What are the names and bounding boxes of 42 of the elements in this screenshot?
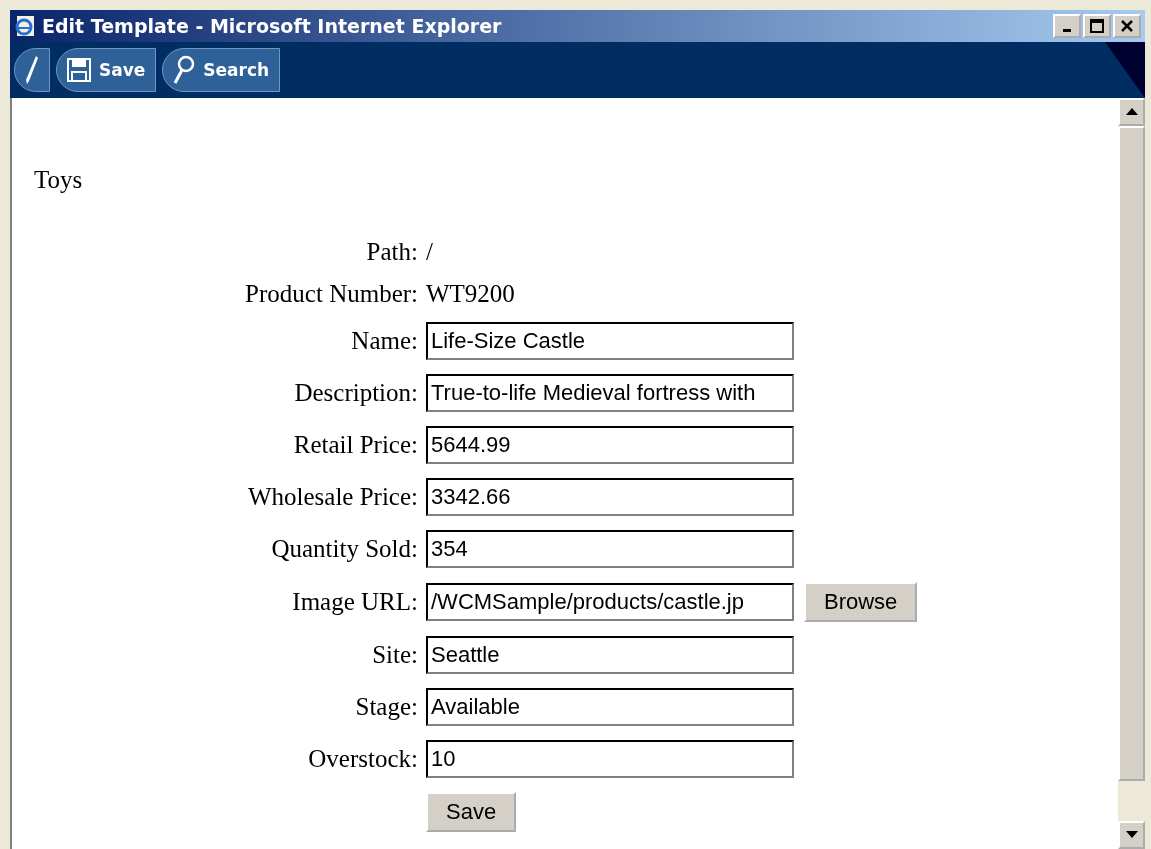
input-field[interactable]: Seattle	[426, 636, 794, 674]
minimize-button[interactable]	[1053, 14, 1081, 38]
input-field[interactable]: 354	[426, 530, 794, 568]
field-value: /	[426, 238, 434, 266]
input-field[interactable]: Available	[426, 688, 794, 726]
browser-icon	[14, 15, 36, 37]
field-label: Name:	[350, 327, 418, 355]
input-field[interactable]: /WCMSample/products/castle.jp	[426, 583, 794, 621]
field-label: Quantity Sold:	[270, 535, 418, 563]
close-button[interactable]	[1113, 14, 1141, 38]
minimize-icon	[1063, 29, 1071, 32]
input-field[interactable]: 3342.66	[426, 478, 794, 516]
page-heading: Toys	[34, 166, 84, 194]
field-label: Overstock:	[307, 745, 418, 773]
close-icon	[1121, 20, 1133, 32]
input-field[interactable]: Life-Size Castle	[426, 322, 794, 360]
window-title: Edit Template - Microsoft Internet Explorer	[42, 15, 503, 37]
search-button[interactable]: Search	[162, 48, 281, 92]
save-button[interactable]: Save	[56, 48, 157, 92]
browse-button[interactable]: Browse	[804, 582, 918, 622]
maximize-icon	[1090, 19, 1104, 33]
field-label: Retail Price:	[292, 431, 418, 459]
search-icon	[173, 55, 196, 85]
pencil-icon	[25, 55, 39, 85]
field-label: Image URL:	[291, 588, 418, 616]
field-label: Site:	[371, 641, 418, 669]
down-triangle-icon	[1125, 831, 1138, 839]
input-field[interactable]: True-to-life Medieval fortress with	[426, 374, 794, 412]
field-label: Description:	[293, 379, 418, 407]
input-field[interactable]: 5644.99	[426, 426, 794, 464]
field-label: Stage:	[354, 693, 418, 721]
field-label: Product Number:	[244, 280, 418, 308]
up-triangle-icon	[1125, 108, 1138, 116]
scroll-down-button[interactable]	[1118, 821, 1145, 849]
input-field[interactable]: 10	[426, 740, 794, 778]
save-button[interactable]: Save	[426, 792, 517, 832]
field-label: Wholesale Price:	[246, 483, 418, 511]
scroll-up-button[interactable]	[1118, 98, 1145, 126]
edit-button[interactable]	[14, 48, 50, 92]
field-label: Path:	[365, 238, 418, 266]
maximize-button[interactable]	[1083, 14, 1111, 38]
field-value: WT9200	[426, 280, 516, 308]
